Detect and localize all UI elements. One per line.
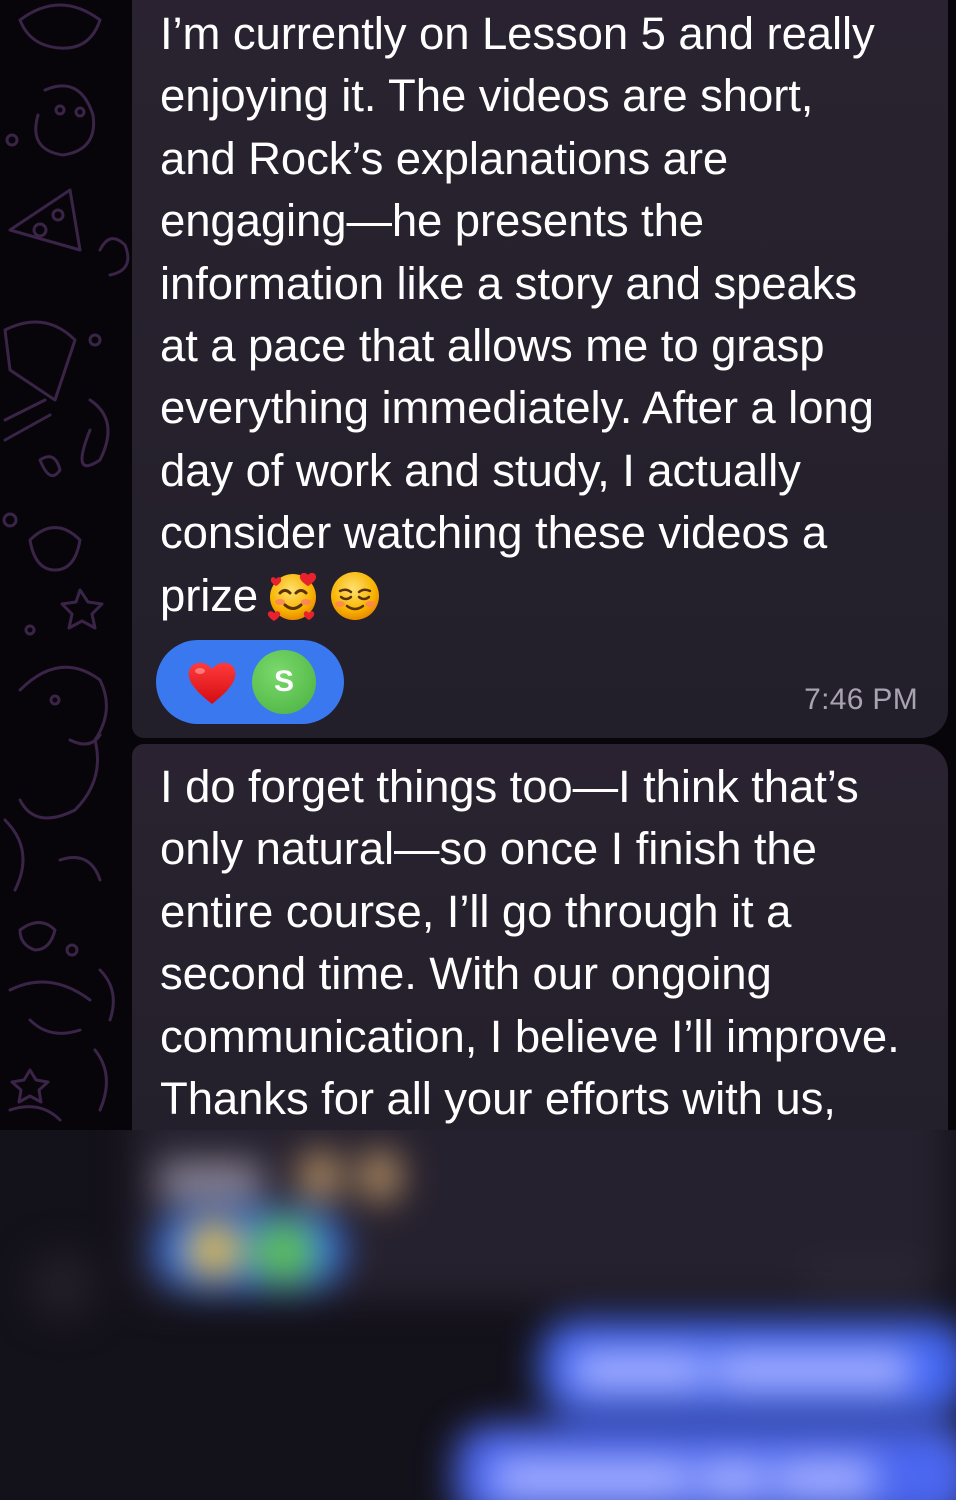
message-bubble-incoming[interactable]: I do forget things too—I think that’s on… — [132, 744, 948, 1164]
heart-icon — [188, 662, 236, 704]
message-timestamp: 7:46 PM — [804, 683, 918, 716]
blurred-outgoing-text: ▆▆▆▆ ▆▆▆▆▆▆ — [575, 1341, 910, 1388]
reaction-pill[interactable]: S — [156, 640, 344, 724]
message-line: Thanks for all your efforts with us, — [160, 1073, 836, 1125]
smiling-face-emoji — [328, 569, 382, 623]
message-line: engaging—he presents the — [160, 195, 705, 247]
message-line: I do forget things too—I think that’s — [160, 761, 859, 812]
message-line: enjoying it. The videos are short, — [160, 70, 814, 122]
message-line: I’m currently on Lesson 5 and really — [160, 8, 875, 59]
blurred-content: ▆▆▆ ▆▆▆▆ ▆▆▆▆▆▆ ▆▆▆▆▆▆ ▆▆ ▆▆▆ — [0, 1130, 956, 1500]
message-line: second time. With our ongoing — [160, 948, 772, 1000]
message-line-last: prize — [160, 565, 928, 627]
reactor-avatar[interactable]: S — [252, 650, 316, 714]
message-line: day of work and study, I actually — [160, 444, 801, 496]
message-line: entire course, I’ll go through it a — [160, 885, 792, 937]
message-line: communication, I believe I’ll improve. — [160, 1010, 900, 1062]
smiling-face-with-hearts-emoji — [266, 569, 320, 623]
message-line: at a pace that allows me to grasp — [160, 320, 825, 372]
blurred-text: ▆▆▆ — [160, 1151, 262, 1200]
message-line: consider watching these videos a — [160, 507, 828, 559]
message-bubble-incoming[interactable]: I’m currently on Lesson 5 and really enj… — [132, 0, 948, 738]
message-line: everything immediately. After a long — [160, 382, 874, 434]
message-line: and Rock’s explanations are — [160, 132, 729, 184]
message-text: I do forget things too—I think that’s on… — [160, 756, 928, 1130]
message-line: information like a story and speaks — [160, 257, 858, 309]
blurred-avatar — [28, 1250, 98, 1320]
blurred-timestamp — [806, 1268, 926, 1294]
message-line: only natural—so once I finish the — [160, 823, 817, 875]
blurred-outgoing-text: ▆▆▆▆▆▆ ▆▆ ▆▆▆ — [495, 1449, 874, 1496]
message-text: I’m currently on Lesson 5 and really enj… — [160, 3, 928, 627]
blurred-region: ▆▆▆ ▆▆▆▆ ▆▆▆▆▆▆ ▆▆▆▆▆▆ ▆▆ ▆▆▆ — [0, 1130, 956, 1500]
blurred-emoji — [300, 1150, 340, 1202]
blurred-reaction-emoji — [186, 1222, 242, 1278]
message-last-word: prize — [160, 569, 259, 621]
blurred-emoji — [360, 1150, 400, 1202]
blurred-reactor-avatar — [252, 1220, 316, 1284]
